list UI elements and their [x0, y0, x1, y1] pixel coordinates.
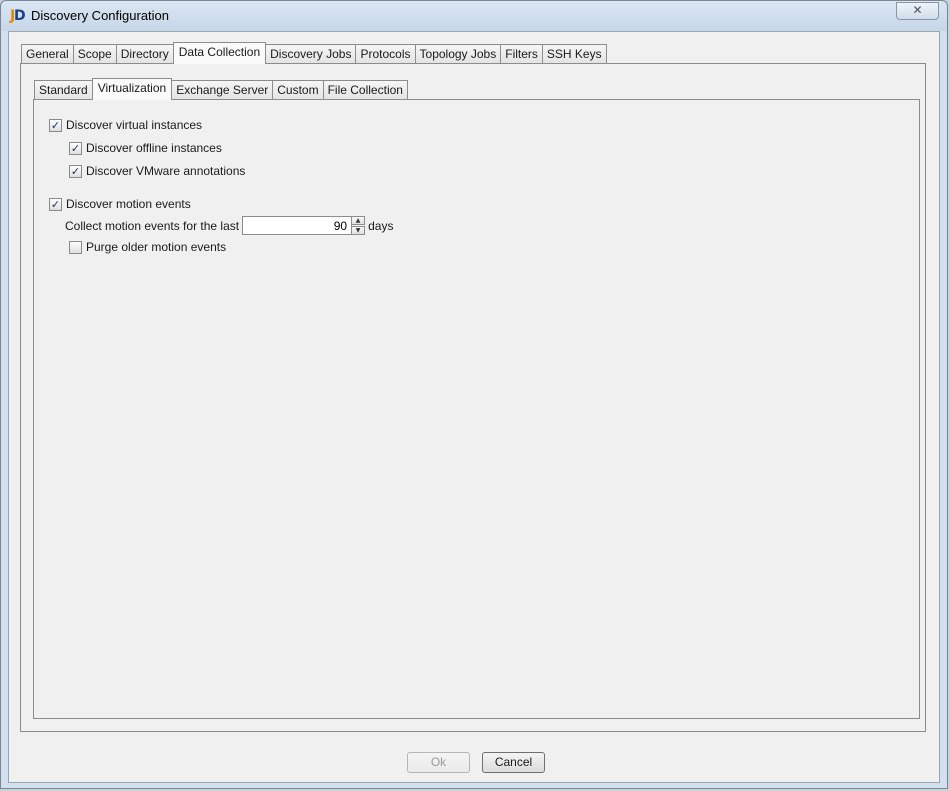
window-title: Discovery Configuration	[31, 8, 170, 23]
tab-custom[interactable]: Custom	[272, 80, 324, 99]
cancel-button[interactable]: Cancel	[482, 752, 545, 773]
tab-discovery-jobs[interactable]: Discovery Jobs	[265, 44, 357, 63]
spinner-buttons: ▲ ▼	[351, 216, 366, 235]
checkmark-icon: ✓	[50, 118, 61, 132]
chevron-up-icon: ▲	[355, 217, 361, 224]
tab-file-collection[interactable]: File Collection	[322, 80, 408, 99]
tab-filters[interactable]: Filters	[500, 44, 543, 63]
discover-vmware-annotations-row[interactable]: ✓ Discover VMware annotations	[69, 164, 245, 178]
app-logo-icon: JD	[10, 8, 26, 24]
ok-button[interactable]: Ok	[407, 752, 470, 773]
days-unit-label: days	[368, 218, 394, 233]
tab-standard[interactable]: Standard	[34, 80, 93, 99]
tab-scope[interactable]: Scope	[72, 44, 117, 63]
close-button[interactable]: ✕	[896, 2, 939, 20]
discover-virtual-checkbox[interactable]: ✓	[49, 118, 62, 132]
discover-offline-checkbox[interactable]: ✓	[69, 141, 82, 155]
discover-virtual-label: Discover virtual instances	[66, 118, 203, 132]
discover-motion-label: Discover motion events	[66, 197, 191, 211]
tab-data-collection[interactable]: Data Collection	[172, 42, 267, 64]
close-icon: ✕	[912, 3, 923, 17]
discover-motion-row[interactable]: ✓ Discover motion events	[49, 197, 191, 211]
discover-vmware-annotations-label: Discover VMware annotations	[86, 164, 246, 178]
checkmark-icon: ✓	[70, 141, 81, 155]
tab-protocols[interactable]: Protocols	[355, 44, 416, 63]
collect-motion-label: Collect motion events for the last	[65, 218, 240, 233]
tab-ssh-keys[interactable]: SSH Keys	[541, 44, 607, 63]
discover-vmware-annotations-checkbox[interactable]: ✓	[69, 164, 82, 178]
discover-offline-row[interactable]: ✓ Discover offline instances	[69, 141, 222, 155]
discovery-configuration-window: JD Discovery Configuration ✕ General Sco…	[0, 0, 948, 789]
purge-older-row[interactable]: Purge older motion events	[69, 240, 226, 254]
dialog-client-area: General Scope Directory Data Collection …	[8, 31, 940, 783]
collect-motion-row: Collect motion events for the last ▲ ▼ d…	[65, 216, 393, 235]
checkmark-icon: ✓	[50, 197, 61, 211]
discover-motion-checkbox[interactable]: ✓	[49, 197, 62, 211]
checkmark-icon: ✓	[70, 164, 81, 178]
motion-days-spinner[interactable]: ▲ ▼	[242, 216, 366, 235]
tab-exchange-server[interactable]: Exchange Server	[171, 80, 274, 99]
motion-days-input[interactable]	[242, 216, 353, 235]
inner-tab-bar: Standard Virtualization Exchange Server …	[34, 78, 408, 100]
discover-offline-label: Discover offline instances	[86, 141, 222, 155]
chevron-down-icon: ▼	[355, 227, 361, 234]
purge-older-label: Purge older motion events	[86, 240, 227, 254]
spin-down-button[interactable]: ▼	[351, 226, 366, 235]
data-collection-panel: Standard Virtualization Exchange Server …	[20, 63, 926, 732]
tab-directory[interactable]: Directory	[115, 44, 174, 63]
tab-virtualization[interactable]: Virtualization	[91, 78, 173, 100]
purge-older-checkbox[interactable]	[69, 240, 82, 254]
discover-virtual-row[interactable]: ✓ Discover virtual instances	[49, 118, 202, 132]
tab-general[interactable]: General	[21, 44, 74, 63]
virtualization-panel: ✓ Discover virtual instances ✓ Discover …	[33, 99, 920, 719]
title-bar[interactable]: JD Discovery Configuration ✕	[1, 1, 947, 31]
outer-tab-bar: General Scope Directory Data Collection …	[21, 42, 607, 64]
spin-up-button[interactable]: ▲	[351, 216, 366, 225]
tab-topology-jobs[interactable]: Topology Jobs	[414, 44, 502, 63]
